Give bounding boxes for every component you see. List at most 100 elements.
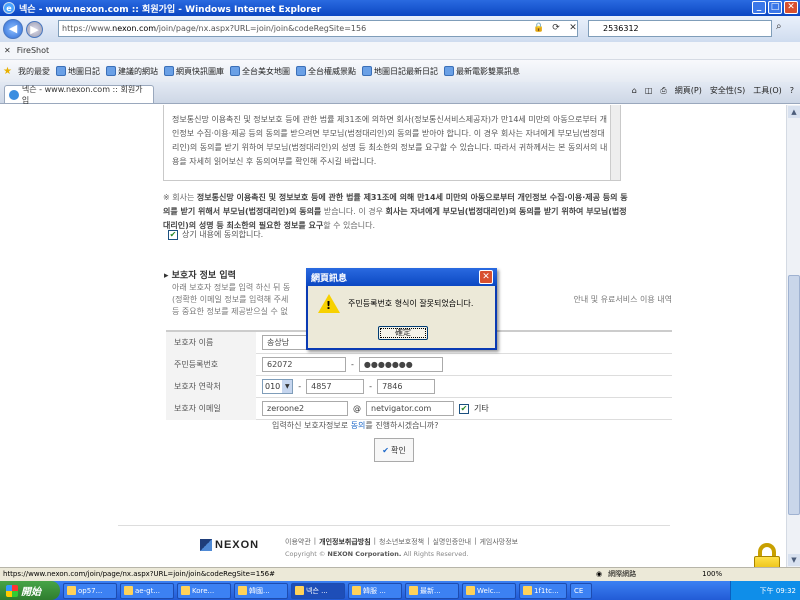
taskbar-item-active[interactable]: 넥슨 ... [291,582,345,599]
separator: | [427,537,430,545]
agree-checkbox[interactable]: ✔ [168,229,178,240]
email-domain-input[interactable]: netvigator.com [366,401,454,416]
footer-link-privacy[interactable]: 개인정보취급방침 [319,537,371,547]
footer-link-youth[interactable]: 청소년보호정책 [379,537,424,547]
favorites-star-icon[interactable]: ★ [3,66,12,77]
page-icon [55,66,66,76]
favorite-item[interactable]: 地圖日記最新日記 [361,66,438,77]
favorite-item[interactable]: 全台美女地圖 [229,66,290,77]
taskbar-item[interactable]: 1f1tc... [519,582,567,599]
favorite-item[interactable]: 網頁快訊圖庫 [163,66,224,77]
forward-button[interactable]: ▶ [26,20,43,38]
phone-prefix-select[interactable]: 010 ▼ [262,379,294,394]
footer-link-game-info[interactable]: 게임사망정보 [479,537,518,547]
taskbar-item[interactable]: 韓國... [234,582,288,599]
tab-nexon[interactable]: 넥슨 - www.nexon.com :: 회원가입 [4,85,154,105]
favorite-label: 全台美女地圖 [241,66,290,76]
taskbar-label: 最新... [420,586,441,595]
dash: - [369,382,373,391]
safety-menu[interactable]: 安全性(S) [710,85,745,96]
ie-icon [238,586,247,595]
favorite-item[interactable]: 最新電影雙票訊息 [443,66,520,77]
favorite-item[interactable]: 地圖日記 [55,66,100,77]
folder-icon [124,586,133,595]
address-toolbar: ◀ ▶ https://www. nexon.com/join/page/nx.a… [0,16,800,42]
back-button[interactable]: ◀ [3,19,23,39]
minimize-button[interactable]: _ [752,1,766,14]
footer-link-realname[interactable]: 실명인증안내 [432,537,471,547]
confirm-button-label: 확인 [390,445,406,455]
language-indicator[interactable]: CE [570,582,592,599]
help-menu[interactable]: ? [790,86,794,95]
footer-link-terms[interactable]: 이용약관 [285,537,311,547]
search-icon[interactable]: ⌕ [776,21,792,36]
page-icon [229,66,240,76]
terms-scrollbar[interactable] [610,105,620,180]
maximize-button[interactable]: □ [768,1,782,14]
page-scrollbar[interactable]: ▲ ▼ [786,105,800,567]
terms-box[interactable]: 정보통신망 이용촉진 및 정보보호 등에 관한 법률 제31조에 의하면 회사(… [163,105,621,181]
phone-mid-input[interactable]: 4857 [306,379,365,394]
nexon-logo-text: NEXON [215,539,260,551]
taskbar-item[interactable]: 最新... [405,582,459,599]
email-id-input[interactable]: zeroone2 [262,401,348,416]
start-button[interactable]: 開始 [0,581,60,600]
confirm-text: 입력하신 보호자정보로 [272,421,351,430]
taskbar-item[interactable]: ae-gt... [120,582,174,599]
taskbar: 開始 op57... ae-gt... Kore... 韓國... 넥슨 ...… [0,581,800,600]
check-icon: ✔ [382,445,389,455]
footer-divider [118,525,670,526]
refresh-icon[interactable]: ⟳ [549,21,563,35]
scroll-down-icon[interactable]: ▼ [788,554,800,566]
scroll-thumb[interactable] [788,275,800,515]
page-menu[interactable]: 網頁(P) [675,85,702,96]
clock[interactable]: 下午 09:32 [760,586,796,596]
taskbar-item[interactable]: Welc... [462,582,516,599]
favorite-item[interactable]: 建議的網站 [105,66,158,77]
separator: | [313,537,317,545]
ie-icon [523,586,532,595]
fireshot-toolbar: ✕ FireShot [0,42,800,60]
print-icon[interactable]: ⎙ [660,86,666,96]
dialog-title-bar[interactable]: 網頁訊息 [306,268,497,286]
dialog-ok-button[interactable]: 確定 [378,326,428,340]
taskbar-item[interactable]: Kore... [177,582,231,599]
status-url: https://www.nexon.com/join/page/nx.aspx?… [3,570,275,578]
stop-icon[interactable]: ✕ [566,21,580,35]
favorites-button[interactable]: 我的最愛 [18,66,50,77]
window-controls: _ □ ✕ [752,1,798,14]
taskbar-item[interactable]: 韓服 ... [348,582,402,599]
ssn-back-input[interactable]: ●●●●●●● [358,357,443,372]
favorite-item[interactable]: 全台權威景點 [295,66,356,77]
favorite-label: 地圖日記最新日記 [373,66,438,76]
fireshot-button[interactable]: FireShot [17,46,49,55]
address-bar[interactable]: https://www. nexon.com/join/page/nx.aspx?… [58,20,578,37]
phone-last-input[interactable]: 7846 [377,379,436,394]
search-input[interactable]: 2536312 [588,20,772,37]
dialog-close-button[interactable]: ✕ [479,270,493,284]
terms-text: 정보통신망 이용촉진 및 정보보호 등에 관한 법률 제31조에 의하면 회사(… [172,115,608,166]
notice-text: 할 수 있습니다. [323,221,376,230]
home-icon[interactable]: ⌂ [632,86,637,95]
notice-mark: ※ [163,193,170,202]
email-label: 보호자 이메일 [166,397,256,420]
agree-checkbox-row[interactable]: ✔ 상기 내용에 동의합니다. [168,229,263,240]
lock-icon[interactable]: 🔒 [532,21,546,35]
email-etc-checkbox[interactable]: ✔ [459,403,469,414]
scroll-up-icon[interactable]: ▲ [788,106,800,118]
guardian-desc-line: 안내 및 유료서비스 이용 내역 [573,295,673,304]
close-toolbar-icon[interactable]: ✕ [4,46,11,55]
tools-menu[interactable]: 工具(O) [753,85,782,96]
taskbar-label: 넥슨 ... [306,586,328,595]
confirm-button[interactable]: ✔ 확인 [374,438,414,462]
nexon-logo[interactable]: NEXON [200,539,259,551]
window-title-bar[interactable]: e 넥슨 - www.nexon.com :: 회원가입 - Windows I… [0,0,800,16]
zoom-level[interactable]: 100% [702,568,722,581]
app-icon [181,586,190,595]
notice-text: 받습니다. 이 경우 [321,207,386,216]
ssn-front-input[interactable]: 62072 [262,357,346,372]
taskbar-label: op57... [78,586,103,595]
close-window-button[interactable]: ✕ [784,1,798,14]
taskbar-item[interactable]: op57... [63,582,117,599]
feeds-icon[interactable]: ◫ [645,86,653,95]
